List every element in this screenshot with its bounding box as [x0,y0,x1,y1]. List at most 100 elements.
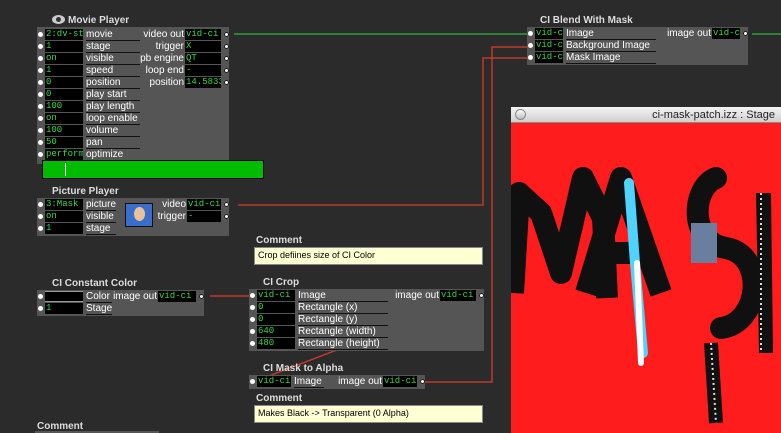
ci-blend-output-value: vid-ci [712,28,740,39]
movie-player-input-row: 0 play start [37,89,229,101]
ci-crop-input-value[interactable]: 0 [257,314,295,325]
movie-player-input-value[interactable]: 0 [45,89,83,100]
ci-constant-color-input-row: 1 Stage [37,303,204,315]
movie-player-input-value[interactable]: on [45,113,83,124]
ci-crop-input-value[interactable]: 480 [257,338,295,349]
ci-blend-input-port[interactable] [528,43,533,48]
ci-mask-to-alpha-title: CI Mask to Alpha [263,363,344,374]
movie-player-input-port[interactable] [38,152,43,157]
movie-player-output-label: video out [143,29,184,40]
ci-crop-input-row: 0 Rectangle (x) [249,302,484,314]
ci-crop-input-port[interactable] [250,329,255,334]
ci-blend-output-port[interactable] [743,31,748,36]
comment-alpha-box[interactable]: Makes Black -> Transparent (0 Alpha) [254,405,483,423]
ci-crop-input-row: 480 Rectangle (height) [249,338,484,350]
picture-player-input-label: stage [86,223,111,234]
movie-player-output-row: trigger X [37,41,229,52]
ci-blend-input-row: vid-ciBackground Image [527,40,748,52]
ci-constant-color-input-value[interactable]: 1 [45,303,83,314]
close-icon[interactable] [515,109,526,120]
picture-player-output-value: - [187,211,221,222]
ci-mask-to-alpha-output-label: image out [338,376,382,387]
ci-crop-input-port[interactable] [250,305,255,310]
ci-blend-input-label: Background Image [566,40,650,51]
movie-player-output-port[interactable] [224,68,229,73]
picture-player-input-port[interactable] [38,226,43,231]
picture-player-output-port[interactable] [224,214,229,219]
ci-blend-input-port[interactable] [528,55,533,60]
movie-player-output-port[interactable] [224,56,229,61]
ci-constant-color-input-port[interactable] [38,306,43,311]
ci-blend-input-value[interactable]: vid-ci [535,52,563,63]
picture-player-input-value[interactable]: 1 [45,223,83,234]
movie-player-output-row: loop end - [37,65,229,76]
picture-player-output-label: trigger [157,211,186,222]
movie-player-input-value[interactable]: 50 [45,137,83,148]
movie-player-input-port[interactable] [38,140,43,145]
ci-crop-input-label: Rectangle (width) [298,326,376,337]
movie-player-input-port[interactable] [38,116,43,121]
ci-blend-input-value[interactable]: vid-ci [535,40,563,51]
movie-player-input-value[interactable]: 100 [45,101,83,112]
ci-crop-title: CI Crop [263,277,300,288]
picture-thumbnail [125,203,153,227]
comment-crop-title: Comment [256,235,303,246]
movie-player-input-row: 100 play length [37,101,229,113]
ci-crop-input-underline [298,349,388,350]
ci-blend-with-mask-body: vid-ciImagevid-ciBackground Imagevid-ciM… [527,27,748,65]
ci-constant-color-output-port[interactable] [199,294,204,299]
ci-crop-input-value[interactable]: 640 [257,326,295,337]
ci-constant-color-output-label: image out [113,291,157,302]
movie-player-output-port[interactable] [224,44,229,49]
ci-mask-to-alpha-output-value: vid-ci [383,376,417,387]
movie-player-input-port[interactable] [38,92,43,97]
movie-player-input-value[interactable]: performa [45,149,83,160]
movie-progress-bar [42,160,264,179]
stage-title-bar[interactable]: ci-mask-patch.izz : Stage [511,107,781,123]
picture-player-input-underline [86,234,116,235]
wire-picture-to-blend[interactable] [238,57,530,206]
movie-player-output-port[interactable] [224,32,229,37]
ci-crop-input-port[interactable] [250,317,255,322]
stage-window[interactable]: ci-mask-patch.izz : Stage [511,107,781,433]
stage-mask-render [511,167,773,424]
movie-player-output-label: position [149,77,184,88]
movie-player-output-row: pb engine QT [37,53,229,64]
movie-player-input-row: 50 pan [37,137,229,149]
ci-crop-input-row: 640 Rectangle (width) [249,326,484,338]
ci-mask-to-alpha-input-underline [294,387,324,388]
picture-player-output-value: vid-ci [187,199,221,210]
movie-player-input-label: play start [86,89,127,100]
movie-player-output-row: position 14.5833 [37,77,229,88]
movie-player-output-value: X [185,41,221,52]
movie-player-input-value[interactable]: 100 [45,125,83,136]
eye-icon[interactable] [52,15,65,24]
movie-player-body: 2:dv-strimovie1stageonvisible1speed0posi… [37,27,229,164]
movie-player-input-port[interactable] [38,104,43,109]
ci-mask-to-alpha-output-port[interactable] [420,379,425,384]
picture-player-title: Picture Player [52,186,119,197]
comment-crop-box[interactable]: Crop defiines size of CI Color [254,247,483,265]
movie-player-input-label: loop enable [86,113,138,124]
picture-player-output-label: video [162,199,186,210]
ci-crop-output-port[interactable] [479,293,484,298]
ci-constant-color-title: CI Constant Color [52,278,137,289]
ci-blend-output-label: image out [667,28,711,39]
movie-player-input-port[interactable] [38,128,43,133]
movie-player-output-value: 14.5833 [185,77,221,88]
comment-alpha-title: Comment [256,393,303,404]
movie-player-output-value: vid-ci [185,29,221,40]
ci-constant-color-body: Color 1 Stage image out vid-ci [37,290,204,316]
movie-player-output-port[interactable] [224,80,229,85]
ci-crop-output-value: vid-ci [440,290,476,301]
ci-mask-to-alpha-body: vid-ci Image image out vid-ci [249,375,425,389]
ci-crop-input-port[interactable] [250,341,255,346]
movie-player-output-label: pb engine [140,53,184,64]
ci-blend-input-row: vid-ciMask Image [527,52,748,64]
picture-player-output-port[interactable] [224,202,229,207]
ci-crop-input-label: Rectangle (x) [298,302,358,313]
ci-crop-input-row: 0 Rectangle (y) [249,314,484,326]
ci-crop-input-value[interactable]: 0 [257,302,295,313]
ci-mask-to-alpha-output-row: image out vid-ci [249,376,425,387]
movie-player-output-value: QT [185,53,221,64]
